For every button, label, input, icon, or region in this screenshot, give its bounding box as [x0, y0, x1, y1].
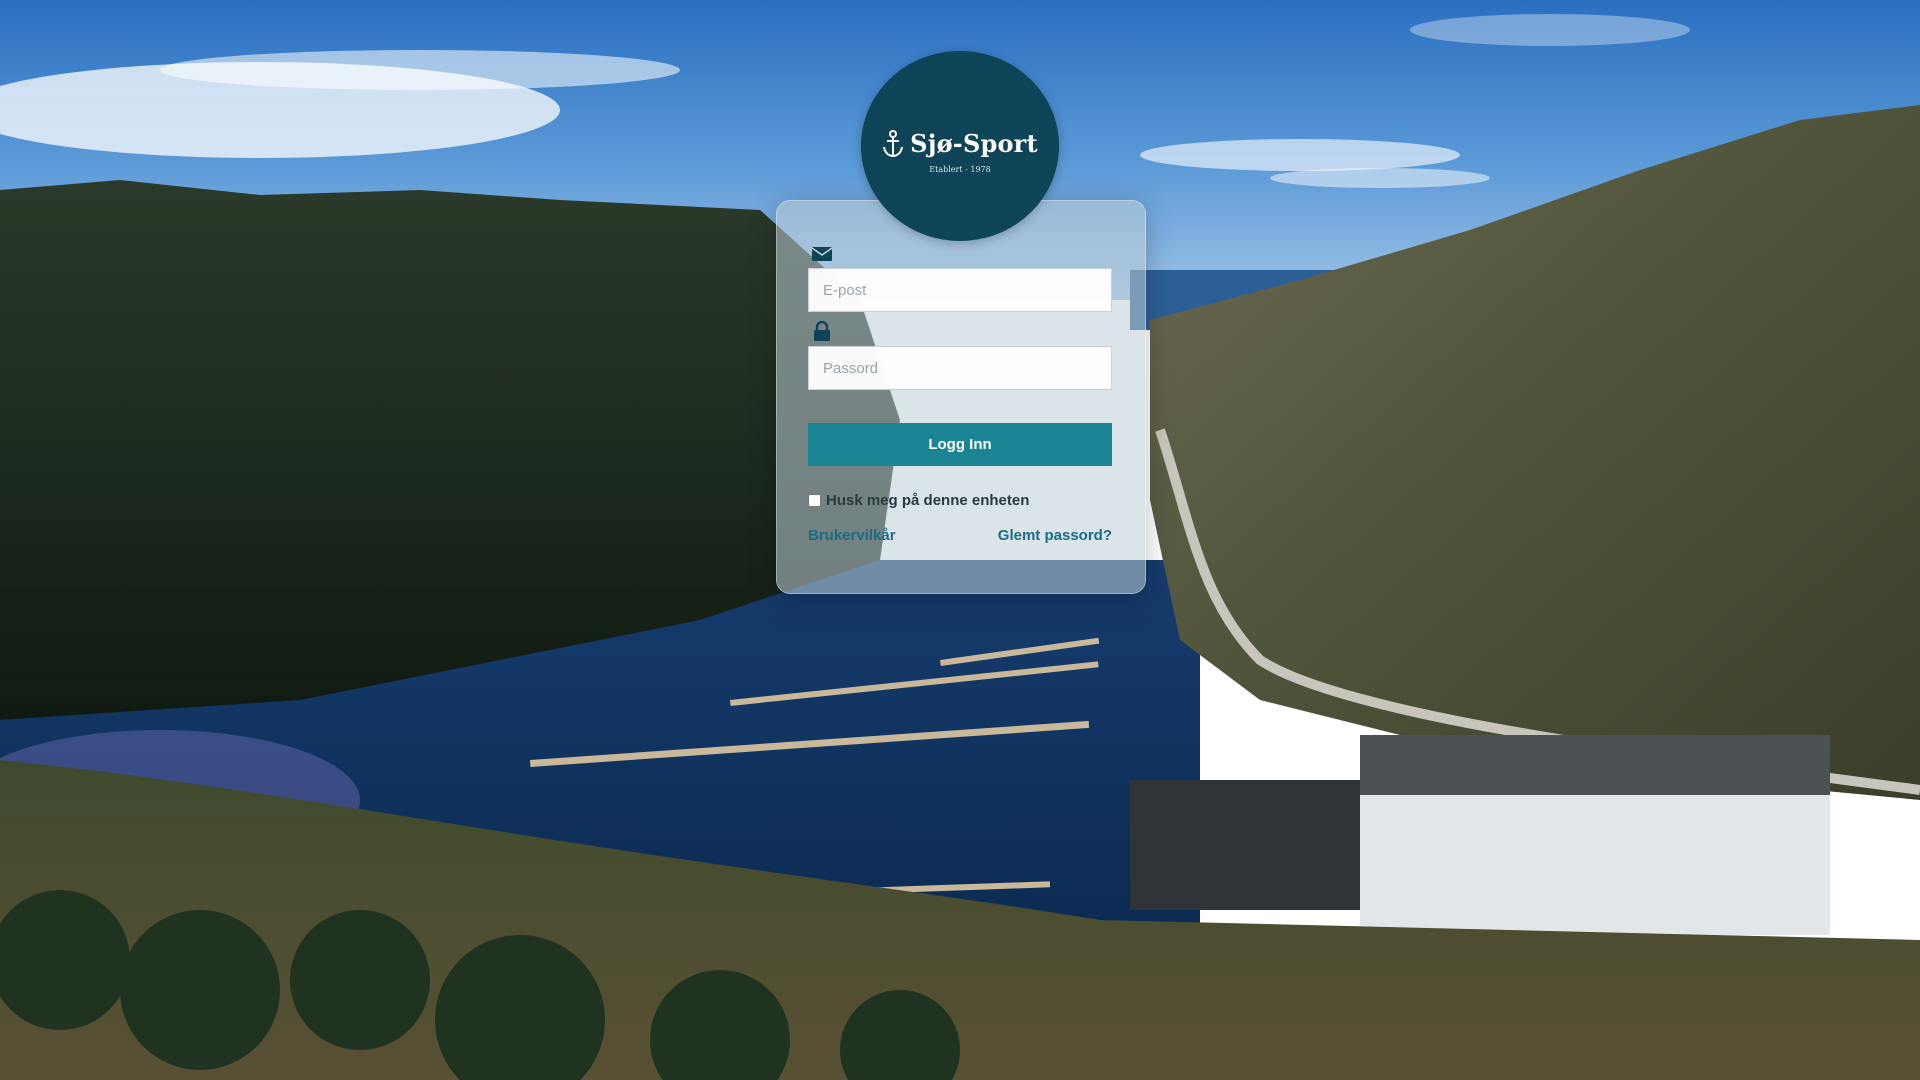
password-input[interactable]	[808, 346, 1112, 390]
brand-name: Sjø-Sport	[910, 129, 1038, 158]
forgot-password-link[interactable]: Glemt passord?	[998, 527, 1112, 544]
brand-tagline: Etablert - 1978	[929, 165, 991, 174]
login-button[interactable]: Logg Inn	[808, 423, 1112, 466]
remember-checkbox[interactable]	[808, 494, 821, 507]
email-input[interactable]	[808, 268, 1112, 312]
remember-label: Husk meg på denne enheten	[826, 492, 1030, 509]
brand-logo: Sjø-Sport Etablert - 1978	[861, 51, 1059, 241]
lock-icon	[814, 321, 830, 341]
remember-me[interactable]: Husk meg på denne enheten	[808, 492, 1029, 509]
terms-link[interactable]: Brukervilkår	[808, 527, 896, 544]
anchor-icon	[883, 129, 904, 157]
envelope-icon	[811, 247, 833, 261]
